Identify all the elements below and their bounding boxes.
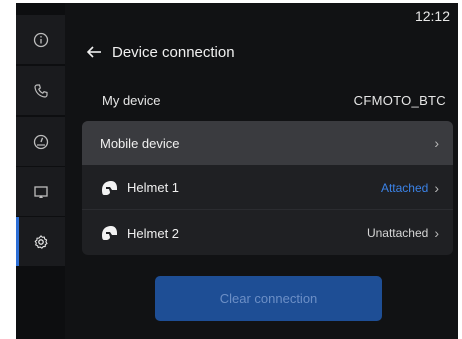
back-button[interactable] bbox=[86, 43, 106, 61]
cast-icon bbox=[33, 185, 48, 198]
helmet-2-label: Helmet 2 bbox=[127, 225, 180, 241]
sidebar-item-cast[interactable] bbox=[16, 167, 65, 216]
sidebar-item-settings[interactable] bbox=[16, 217, 65, 266]
sidebar bbox=[16, 3, 65, 339]
info-icon bbox=[33, 32, 48, 47]
chevron-right-icon: › bbox=[434, 179, 439, 196]
sidebar-item-gauge[interactable] bbox=[16, 117, 65, 166]
chevron-right-icon: › bbox=[434, 135, 439, 151]
helmet-2-row[interactable]: Helmet 2 Unattached › bbox=[82, 211, 453, 255]
device-list: Mobile device › Helmet 1 Attached › Helm… bbox=[82, 121, 453, 255]
page-title: Device connection bbox=[112, 43, 235, 61]
helmet-icon bbox=[102, 226, 117, 240]
clear-connection-button[interactable]: Clear connection bbox=[155, 276, 382, 321]
mobile-device-label: Mobile device bbox=[100, 135, 180, 151]
my-device-value: CFMOTO_BTC bbox=[353, 92, 446, 108]
my-device-row: My device CFMOTO_BTC bbox=[102, 90, 446, 110]
phone-icon bbox=[33, 83, 48, 98]
gauge-icon bbox=[33, 134, 48, 149]
my-device-label: My device bbox=[102, 92, 161, 108]
header: Device connection bbox=[86, 43, 235, 61]
helmet-1-label: Helmet 1 bbox=[127, 180, 180, 195]
status-time: 12:12 bbox=[414, 8, 450, 24]
helmet-icon bbox=[102, 180, 117, 195]
helmet-1-row[interactable]: Helmet 1 Attached › bbox=[82, 166, 453, 210]
helmet-2-status: Unattached bbox=[366, 226, 429, 240]
app-screen: 12:12 Device connection My device CFMOTO… bbox=[16, 3, 458, 339]
sidebar-item-phone[interactable] bbox=[16, 66, 65, 115]
arrow-left-icon bbox=[86, 46, 101, 58]
helmet-1-status: Attached bbox=[380, 180, 429, 195]
mobile-device-row[interactable]: Mobile device › bbox=[82, 121, 453, 165]
settings-icon bbox=[34, 234, 48, 249]
chevron-right-icon: › bbox=[434, 225, 439, 241]
sidebar-item-info[interactable] bbox=[16, 15, 65, 64]
